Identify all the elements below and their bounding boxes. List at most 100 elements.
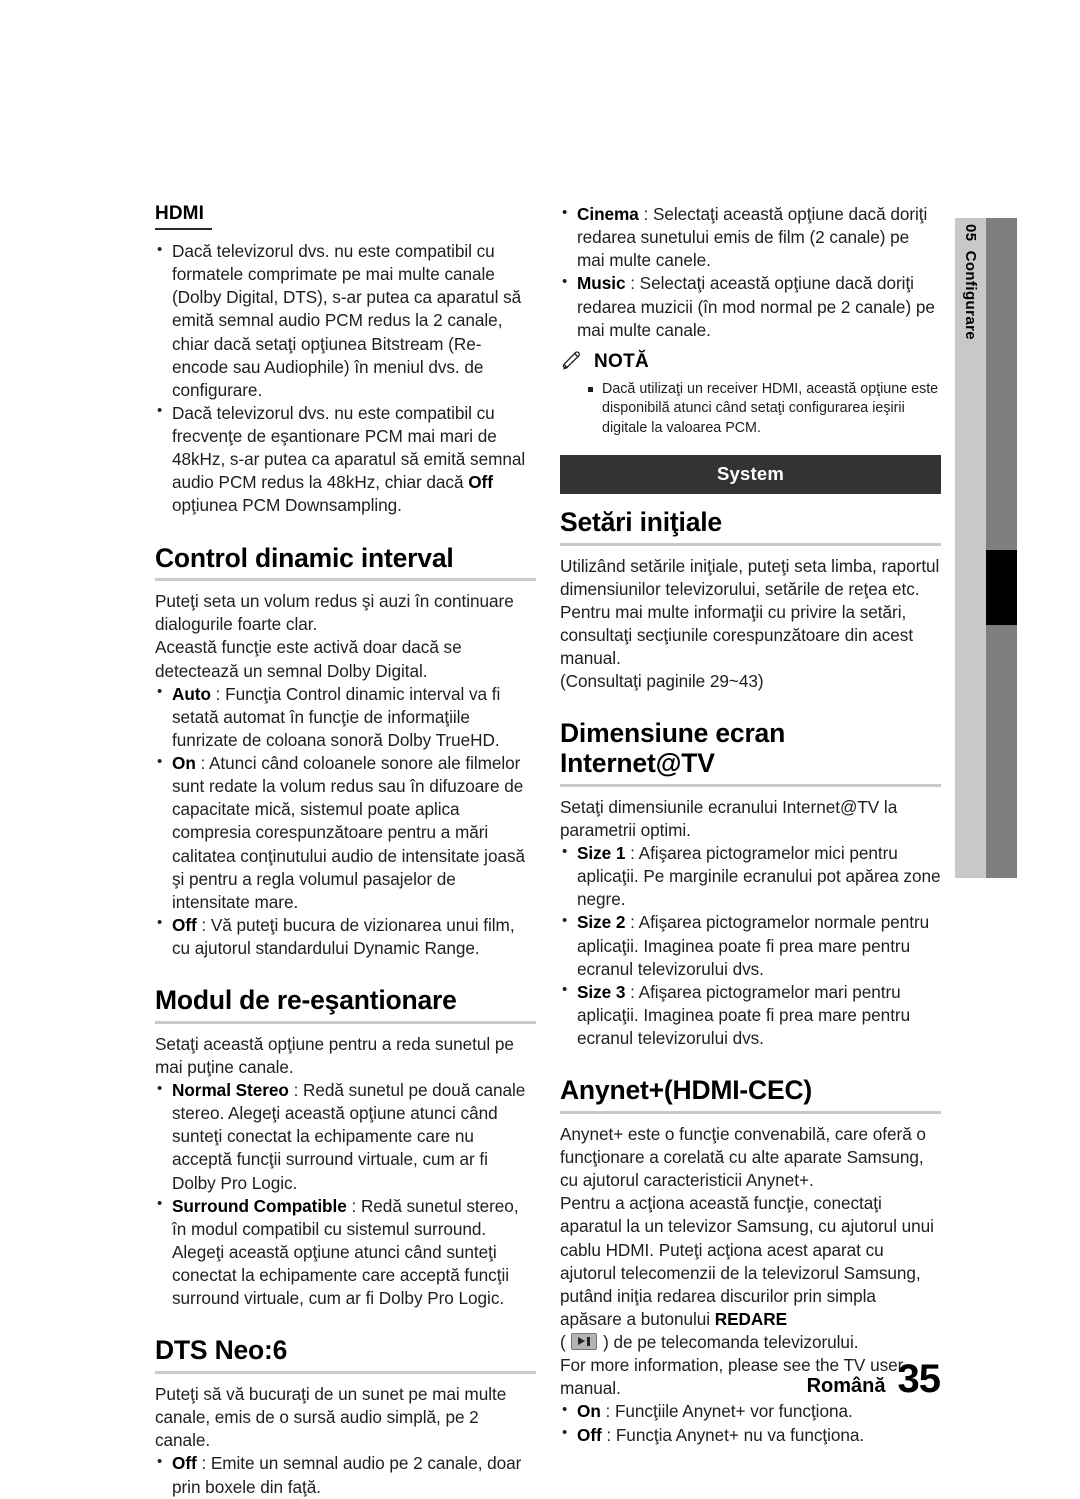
- option-name: Auto: [172, 683, 211, 704]
- option-text: Vă puteţi bucura de vizionarea unui film…: [172, 914, 515, 959]
- dynamic-range-intro-1: Puteţi seta un volum redus şi auzi în co…: [155, 591, 514, 635]
- dynamic-range-rule: [155, 578, 536, 582]
- internet-tv-size-intro: Setaţi dimensiunile ecranului Internet@T…: [560, 796, 898, 840]
- manual-page: 05 Configurare HDMI Dacă televizorul dvs…: [0, 0, 1080, 1497]
- list-item: On : Funcţiile Anynet+ vor funcţiona.: [560, 1400, 941, 1423]
- option-sep: :: [625, 273, 640, 294]
- anynet-paragraph-2-c: ) de pe telecomanda televizorului.: [598, 1332, 859, 1352]
- list-item: Dacă televizorul dvs. nu este compatibil…: [155, 240, 536, 402]
- list-item: On : Atunci când coloanele sonore ale fi…: [155, 752, 536, 914]
- section-dts-neo6: DTS Neo:6 Puteţi să vă bucuraţi de un su…: [155, 1336, 536, 1498]
- list-item: Surround Compatible : Redă sunetul stere…: [155, 1194, 536, 1311]
- option-sep: :: [625, 912, 639, 933]
- option-sep: :: [600, 1401, 615, 1422]
- option-name: Cinema: [577, 204, 639, 224]
- option-sep: :: [196, 914, 211, 935]
- section-downmixing: Modul de re-eşantionare Setaţi această o…: [155, 985, 536, 1310]
- anynet-paragraph-2: Pentru a acţiona această funcţie, conect…: [560, 1192, 941, 1354]
- system-section-band: System: [560, 455, 941, 495]
- page-footer: Română 35: [806, 1357, 941, 1402]
- option-text: Funcţiile Anynet+ vor funcţiona.: [614, 1401, 853, 1422]
- option-name: On: [577, 1401, 601, 1422]
- option-name: Off: [577, 1424, 602, 1445]
- downmixing-intro: Setaţi această opţiune pentru a reda sun…: [155, 1033, 514, 1077]
- note-item-list: Dacă utilizaţi un receiver HDMI, această…: [560, 380, 941, 438]
- play-button-icon: [571, 1333, 598, 1350]
- left-column: HDMI Dacă televizorul dvs. nu este compa…: [155, 203, 536, 1499]
- option-sep: :: [625, 843, 639, 864]
- downmixing-rule: [155, 1020, 536, 1024]
- option-text: Emite un semnal audio pe 2 canale, doar …: [172, 1453, 522, 1497]
- list-item: Dacă televizorul dvs. nu este compatibil…: [155, 401, 536, 518]
- option-name: Off: [172, 1453, 197, 1474]
- option-sep: :: [210, 683, 226, 704]
- hdmi-bullet-2-text: Dacă televizorul dvs. nu este compatibil…: [172, 402, 526, 516]
- side-tab-chapter-marker: [986, 550, 1017, 625]
- list-item: Cinema : Selectaţi această opţiune dacă …: [560, 202, 941, 272]
- option-sep: :: [288, 1080, 304, 1101]
- option-sep: :: [195, 753, 210, 774]
- dynamic-range-option-list: Auto : Funcţia Control dinamic interval …: [155, 682, 536, 961]
- option-sep: :: [196, 1453, 211, 1474]
- list-item: Dacă utilizaţi un receiver HDMI, această…: [588, 380, 941, 438]
- option-name: Music: [577, 273, 626, 294]
- side-tab-label: Configurare: [962, 250, 979, 341]
- note-title: NOTĂ: [594, 351, 650, 373]
- option-name: Size 3: [577, 981, 626, 1002]
- dynamic-range-intro-2: Această funcţie este activă doar dacă se…: [155, 637, 462, 681]
- list-item: Auto : Funcţia Control dinamic interval …: [155, 682, 536, 752]
- option-sep: :: [601, 1424, 616, 1445]
- list-item: Off : Funcţia Anynet+ nu va funcţiona.: [560, 1423, 941, 1447]
- anynet-heading: Anynet+(HDMI-CEC): [560, 1075, 813, 1106]
- initial-settings-paragraph-2: (Consultaţi paginile 29~43): [560, 671, 764, 692]
- section-internet-tv-size: Dimensiune ecran Internet@TV Setaţi dime…: [560, 719, 941, 1050]
- footer-page-number: 35: [897, 1357, 941, 1401]
- anynet-paragraph-1: Anynet+ este o funcţie convenabilă, care…: [560, 1123, 926, 1191]
- list-item: Music : Selectaţi această opţiune dacă d…: [560, 272, 941, 341]
- internet-tv-size-heading: Dimensiune ecran Internet@TV: [560, 718, 786, 779]
- chapter-side-tab: 05 Configurare: [955, 218, 1017, 878]
- section-initial-settings: Setări iniţiale Utilizând setările iniţi…: [560, 507, 941, 693]
- dts-neo6-intro: Puteţi să vă bucuraţi de un sunet pe mai…: [155, 1384, 507, 1451]
- option-sep: :: [625, 981, 639, 1002]
- list-item: Off : Emite un semnal audio pe 2 canale,…: [155, 1452, 536, 1498]
- option-name: Size 1: [577, 843, 626, 864]
- anynet-redare-label: REDARE: [714, 1308, 788, 1329]
- option-name: Surround Compatible: [172, 1195, 347, 1216]
- right-column: Cinema : Selectaţi această opţiune dacă …: [560, 202, 941, 1447]
- option-name: On: [172, 753, 196, 774]
- downmixing-option-list: Normal Stereo : Redă sunetul pe două can…: [155, 1079, 536, 1310]
- initial-settings-paragraph-1: Utilizând setările iniţiale, puteţi seta…: [560, 555, 940, 669]
- dts-neo6-option-list: Off : Emite un semnal audio pe 2 canale,…: [155, 1452, 536, 1498]
- hdmi-bullet-1-text: Dacă televizorul dvs. nu este compatibil…: [172, 241, 522, 400]
- initial-settings-heading: Setări iniţiale: [560, 507, 722, 538]
- option-sep: :: [346, 1195, 361, 1216]
- anynet-paragraph-2-b: (: [560, 1332, 571, 1352]
- list-item: Normal Stereo : Redă sunetul pe două can…: [155, 1079, 536, 1195]
- footer-language: Română: [806, 1375, 886, 1397]
- dynamic-range-heading: Control dinamic interval: [155, 542, 454, 573]
- option-name: Off: [172, 914, 197, 935]
- initial-settings-rule: [560, 542, 941, 546]
- hdmi-heading: HDMI: [155, 203, 204, 224]
- section-hdmi: HDMI Dacă televizorul dvs. nu este compa…: [155, 203, 536, 518]
- list-item: Size 3 : Afişarea pictogramelor mari pen…: [560, 980, 941, 1050]
- list-item: Size 2 : Afişarea pictogramelor normale …: [560, 911, 941, 980]
- list-item: Off : Vă puteţi bucura de vizionarea unu…: [155, 913, 536, 960]
- option-name: Normal Stereo: [172, 1080, 289, 1101]
- side-tab-dark-bar: [986, 218, 1017, 878]
- note-header: NOTĂ: [562, 350, 941, 375]
- hdmi-off-token: Off: [468, 472, 493, 493]
- downmixing-heading: Modul de re-eşantionare: [155, 985, 457, 1016]
- internet-tv-size-rule: [560, 783, 941, 787]
- pencil-icon: [562, 350, 586, 375]
- internet-tv-size-option-list: Size 1 : Afişarea pictogramelor mici pen…: [560, 842, 941, 1050]
- option-name: Size 2: [577, 912, 626, 933]
- dts-neo6-heading: DTS Neo:6: [155, 1335, 288, 1366]
- section-dynamic-range: Control dinamic interval Puteţi seta un …: [155, 542, 536, 961]
- hdmi-rule: [155, 228, 212, 230]
- dts-neo6-rule: [155, 1371, 536, 1375]
- option-text: Atunci când coloanele sonore ale filmelo…: [172, 753, 526, 912]
- surround-mode-option-list: Cinema : Selectaţi această opţiune dacă …: [560, 202, 941, 342]
- side-tab-text: 05 Configurare: [962, 218, 979, 340]
